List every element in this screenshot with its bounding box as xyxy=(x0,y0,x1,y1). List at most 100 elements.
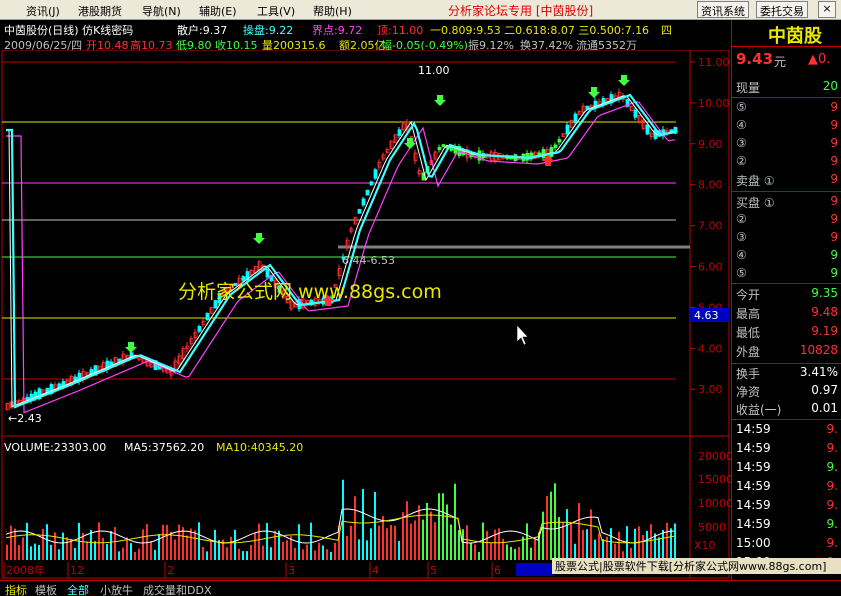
tick-price: 9. xyxy=(826,441,838,455)
volume-bar xyxy=(226,547,228,560)
volume-bar xyxy=(546,495,548,560)
moving-averages xyxy=(5,93,676,544)
volume-bar xyxy=(418,505,420,560)
volume-bar xyxy=(234,529,236,560)
volume-bar xyxy=(578,503,580,560)
sell-value: 9 xyxy=(830,118,838,132)
volume-bar xyxy=(22,537,24,560)
volume-bar xyxy=(586,529,588,560)
volume-bar xyxy=(474,544,476,560)
volume-bar xyxy=(210,540,212,560)
volume-bar xyxy=(514,548,516,560)
volume-bar xyxy=(594,539,596,560)
tab-all[interactable]: 全部 xyxy=(67,582,89,596)
volume-bar xyxy=(246,551,248,560)
sell-row: ⑤9 xyxy=(736,100,838,117)
buy-row: 买盘 ① 9 xyxy=(736,194,838,211)
volume-bar xyxy=(518,547,520,560)
volume-bar xyxy=(90,529,92,560)
tick-row: 14:59 9. xyxy=(736,517,838,534)
tick-row: 14:59 9. xyxy=(736,460,838,477)
stat2-value: 3.41% xyxy=(799,365,838,379)
stat2-value: 0.97 xyxy=(811,383,838,397)
buy-label: ⑤ xyxy=(736,266,747,280)
close-icon[interactable]: × xyxy=(818,1,836,18)
candle-body xyxy=(549,147,554,157)
candle-body xyxy=(441,144,446,148)
price-label: 8.00 xyxy=(698,179,723,192)
candle-body xyxy=(357,208,362,214)
candle-body xyxy=(437,147,442,150)
volume-bar xyxy=(394,525,396,560)
volume-bar xyxy=(646,530,648,560)
kline-chart[interactable]: 11.0010.009.008.007.006.005.004.003.00 2… xyxy=(0,50,731,580)
candle-body xyxy=(369,181,374,186)
tick-time: 14:59 xyxy=(736,498,771,512)
stat-row: 最低 9.19 xyxy=(736,324,838,341)
menu-zixun[interactable]: 资讯(J) xyxy=(26,3,60,19)
volume-bar xyxy=(154,549,156,560)
buy-value: 9 xyxy=(830,248,838,262)
candle-body xyxy=(557,139,562,143)
volume-bar xyxy=(562,522,564,560)
tab-volume-ddx[interactable]: 成交量和DDX xyxy=(143,582,211,596)
volume-bar xyxy=(638,526,640,560)
volume-bar xyxy=(390,524,392,560)
volume-bar xyxy=(370,528,372,560)
volume-bar xyxy=(486,530,488,560)
tick-row: 14:59 9. xyxy=(736,498,838,515)
volume-bar xyxy=(542,511,544,560)
menu-ganggu[interactable]: 港股期货 xyxy=(78,3,122,19)
trade-button[interactable]: 委托交易 xyxy=(756,1,808,18)
sell-value: 9 xyxy=(830,154,838,168)
candle-body xyxy=(361,198,366,206)
tick-price: 9. xyxy=(826,498,838,512)
volume-bar xyxy=(610,528,612,560)
volume-bar xyxy=(366,540,368,560)
buy-label: 买盘 ① xyxy=(736,196,775,210)
volume-label: 20000 xyxy=(698,450,731,463)
sell-label: ② xyxy=(736,154,747,168)
ma5-legend: MA5:37562.20 xyxy=(124,441,204,454)
candle-body xyxy=(25,396,30,401)
tab-template[interactable]: 模板 xyxy=(35,582,57,596)
volume-bar xyxy=(254,533,256,560)
zixun-system-button[interactable]: 资讯系统 xyxy=(697,1,749,18)
volume-bar xyxy=(322,545,324,560)
tab-indicator[interactable]: 指标 xyxy=(5,582,27,596)
stat2-label: 净资 xyxy=(736,385,761,399)
volume-bar xyxy=(150,541,152,560)
volume-bar xyxy=(74,548,76,560)
volume-bar xyxy=(490,543,492,560)
volume-bar xyxy=(674,523,676,560)
tab-bar: 指标 模板 全部 小放牛 成交量和DDX xyxy=(0,580,841,596)
volume-bar xyxy=(442,493,444,560)
volume-bar xyxy=(14,528,16,560)
volume-bar xyxy=(178,524,180,560)
volume-bar xyxy=(582,529,584,560)
menu-bangzhu[interactable]: 帮助(H) xyxy=(313,3,352,19)
volume-bar xyxy=(458,530,460,560)
ding-value: 顶:11.00 xyxy=(377,24,424,37)
tick-price: 9. xyxy=(826,517,838,531)
volume-bar xyxy=(98,522,100,560)
menu-gongju[interactable]: 工具(V) xyxy=(257,3,295,19)
menu-daohang[interactable]: 导航(N) xyxy=(142,3,181,19)
price-label: 3.00 xyxy=(698,383,723,396)
candle-body xyxy=(373,169,378,179)
volume-bar xyxy=(318,542,320,560)
tab-xiaofangniu[interactable]: 小放牛 xyxy=(100,582,133,596)
volume-bar xyxy=(142,529,144,560)
volume-bar xyxy=(38,545,40,560)
menu-fuzhu[interactable]: 辅助(E) xyxy=(199,3,237,19)
buy-row: ②9 xyxy=(736,212,838,229)
current-price: 9.43 xyxy=(736,50,774,68)
volume-bar xyxy=(174,539,176,560)
volume-bar xyxy=(134,551,136,560)
volume-bar xyxy=(110,531,112,560)
candle-body xyxy=(565,124,570,135)
down-arrow-icon xyxy=(253,233,265,244)
volume-bar xyxy=(334,542,336,560)
ad-bar[interactable]: 股票公式|股票软件下载[分析家公式网www.88gs.com] xyxy=(552,558,841,574)
volume-bar xyxy=(382,516,384,560)
